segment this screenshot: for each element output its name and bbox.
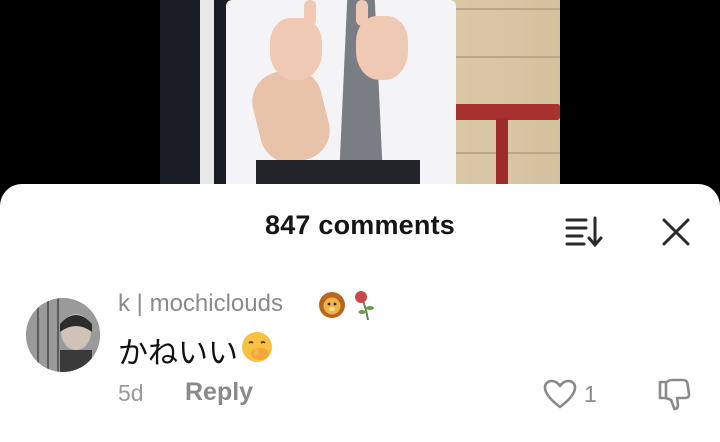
comments-sheet: 847 comments k | mochiclouds かねいい 5d Rep… [0,184,720,442]
person-finger-right [356,0,368,26]
reply-button[interactable]: Reply [185,378,253,407]
hand-over-mouth-emoji [242,332,272,362]
comment-timestamp: 5d [118,380,144,406]
avatar[interactable] [26,298,100,372]
video-frame[interactable] [160,0,560,200]
person-suit-shirt [200,0,214,200]
sort-icon[interactable] [564,214,604,250]
close-icon[interactable] [660,216,692,248]
person-hand-left [270,18,322,80]
thumbs-down-icon[interactable] [656,376,692,412]
heart-icon[interactable] [542,378,578,410]
lion-emoji [319,292,345,318]
comment-username[interactable]: k | mochiclouds [118,290,283,318]
username-emojis [319,291,374,321]
comments-count-title: 847 comments [265,210,455,240]
like-count: 1 [584,381,597,407]
wilted-rose-emoji [355,291,374,321]
comment-text: かねいい [118,337,238,370]
person-finger-left [304,0,316,26]
